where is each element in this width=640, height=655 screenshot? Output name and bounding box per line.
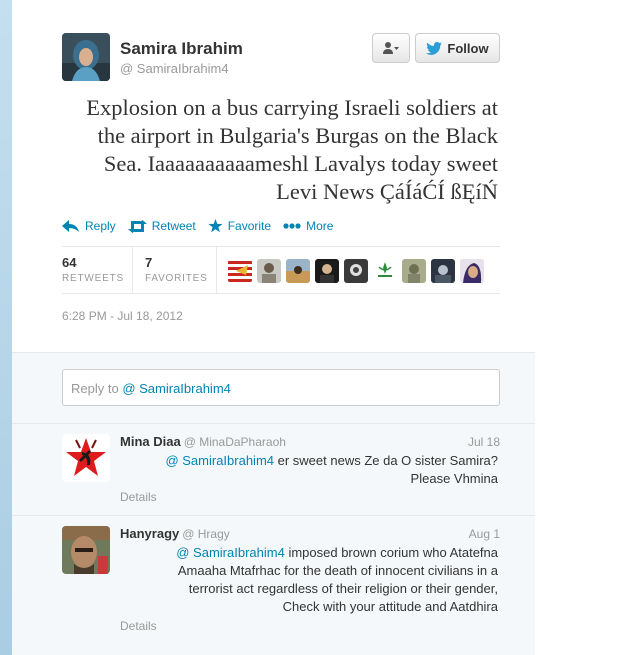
- retweets-count: 64: [62, 255, 77, 270]
- reply-avatar[interactable]: [62, 434, 110, 482]
- retweet-label: Retweet: [151, 219, 196, 233]
- retweet-icon: [127, 219, 147, 233]
- favoriter-avatar[interactable]: [373, 259, 397, 283]
- follow-button[interactable]: Follow: [415, 33, 500, 63]
- reply-mention[interactable]: @ SamiraIbrahim4: [165, 453, 274, 468]
- reply-author-name: Hanyragy: [120, 526, 180, 541]
- more-label: More: [306, 219, 334, 233]
- stat-divider: [132, 247, 133, 294]
- user-actions-button[interactable]: [372, 33, 410, 63]
- tweet-timestamp[interactable]: 6:28 PM - Jul 18, 2012: [62, 309, 183, 323]
- reply-mention[interactable]: @ SamiraIbrahim4: [176, 545, 285, 560]
- reply-avatar[interactable]: [62, 526, 110, 574]
- reply-icon: [62, 219, 79, 232]
- reply-text-line: terrorist act regardless of their religi…: [188, 581, 498, 596]
- author-avatar[interactable]: [62, 33, 110, 81]
- favoriter-avatar[interactable]: [460, 259, 484, 283]
- reply-text: @ SamiraIbrahim4 imposed brown corium wh…: [120, 544, 498, 616]
- favoriter-avatar[interactable]: [228, 259, 252, 283]
- reply-area: Reply to @ SamiraIbrahim4: [12, 353, 535, 423]
- reply-text-line: imposed brown corium who Atatefna: [284, 545, 498, 560]
- reply-author-handle: @ Hragy: [182, 527, 230, 541]
- favoriter-avatars: [228, 259, 484, 283]
- author-handle[interactable]: @ SamiraIbrahim4: [120, 61, 229, 76]
- reply-author[interactable]: Mina Diaa @ MinaDaPharaoh: [120, 434, 286, 449]
- reply-author-name: Mina Diaa: [120, 434, 181, 449]
- page-margin: [535, 0, 640, 655]
- follow-label: Follow: [447, 40, 489, 56]
- retweets-stat[interactable]: 64 RETWEETS: [62, 255, 124, 284]
- reply-tweet[interactable]: Hanyragy @ Hragy Aug 1 @ SamiraIbrahim4 i…: [12, 515, 535, 655]
- favorites-count: 7: [145, 255, 153, 270]
- reply-tweet[interactable]: Mina Diaa @ MinaDaPharaoh Jul 18 @ Samira…: [12, 423, 535, 515]
- retweets-label: RETWEETS: [62, 273, 124, 284]
- favoriter-avatar[interactable]: [402, 259, 426, 283]
- twitter-bird-icon: [426, 41, 443, 55]
- retweet-action[interactable]: Retweet: [127, 216, 196, 236]
- reply-text: @ SamiraIbrahim4 er sweet news Ze da O s…: [120, 452, 498, 488]
- reply-input-prefix: Reply to: [71, 381, 123, 396]
- stat-divider: [216, 247, 217, 294]
- reply-author[interactable]: Hanyragy @ Hragy: [120, 526, 230, 541]
- reply-text-line: Amaaha Mtafrhac for the death of innocen…: [177, 563, 498, 578]
- details-link[interactable]: Details: [120, 490, 157, 504]
- favoriter-avatar[interactable]: [315, 259, 339, 283]
- user-icon: [383, 42, 399, 54]
- details-link[interactable]: Details: [120, 619, 157, 633]
- reply-author-handle: @ MinaDaPharaoh: [183, 435, 286, 449]
- reply-text-line: Please Vhmina: [410, 471, 498, 486]
- tweet-permalink-card: Samira Ibrahim @ SamiraIbrahim4 Follow E…: [12, 0, 535, 655]
- favoriter-avatar[interactable]: [257, 259, 281, 283]
- favorites-stat[interactable]: 7 FAVORITES: [145, 255, 208, 284]
- reply-date[interactable]: Aug 1: [469, 527, 500, 541]
- more-action[interactable]: More: [283, 216, 333, 236]
- tweet-text: Explosion on a bus carrying Israeli sold…: [86, 95, 498, 204]
- page-background: [0, 0, 12, 655]
- star-icon: [208, 219, 223, 233]
- favorite-action[interactable]: Favorite: [208, 216, 271, 236]
- reply-date[interactable]: Jul 18: [468, 435, 500, 449]
- favorites-label: FAVORITES: [145, 273, 208, 284]
- author-name[interactable]: Samira Ibrahim: [120, 39, 243, 59]
- reply-action[interactable]: Reply: [62, 216, 116, 236]
- reply-text-line: Check with your attitude and Aatdhira: [282, 599, 498, 614]
- favoriter-avatar[interactable]: [344, 259, 368, 283]
- reply-input[interactable]: Reply to @ SamiraIbrahim4: [62, 369, 500, 406]
- favoriter-avatar[interactable]: [286, 259, 310, 283]
- favorite-label: Favorite: [227, 219, 272, 233]
- reply-text-line: er sweet news Ze da O sister Samira?: [274, 453, 498, 468]
- tweet-actions: Reply Retweet Favorite More: [62, 216, 345, 236]
- reply-label: Reply: [85, 219, 116, 233]
- favoriter-avatar[interactable]: [431, 259, 455, 283]
- tweet-stats: 64 RETWEETS 7 FAVORITES: [62, 246, 500, 294]
- more-dots-icon: [283, 223, 301, 229]
- reply-input-handle: @ SamiraIbrahim4: [122, 381, 231, 396]
